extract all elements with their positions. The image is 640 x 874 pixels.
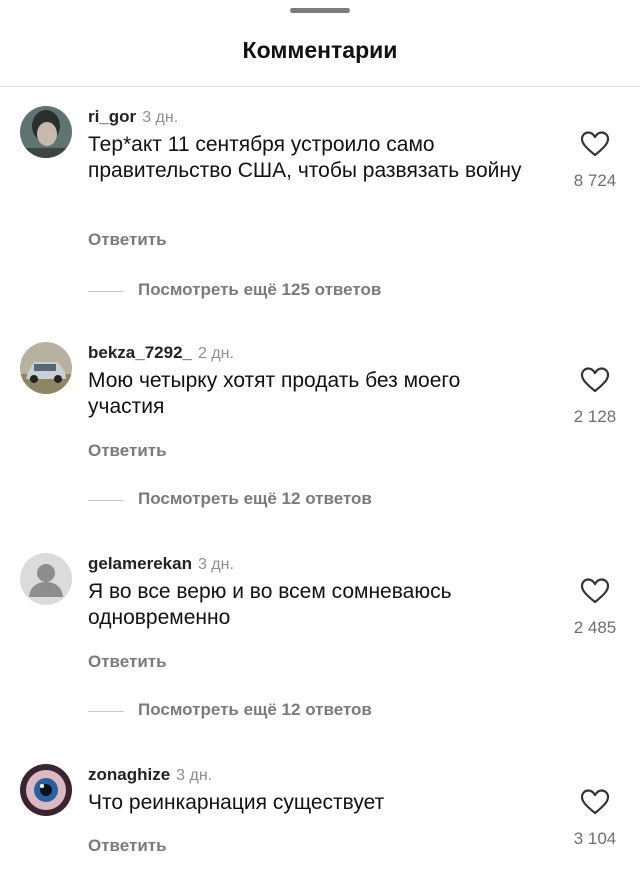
heart-icon[interactable] <box>580 788 610 816</box>
view-more-replies-label: Посмотреть ещё 12 ответов <box>138 700 372 719</box>
heart-icon[interactable] <box>580 366 610 394</box>
comment-meta: bekza_7292_ 2 дн. <box>88 342 234 365</box>
avatar[interactable] <box>20 764 72 816</box>
comment-meta: gelamerekan 3 дн. <box>88 553 234 576</box>
heart-icon[interactable] <box>580 130 610 158</box>
comment-text: Тер*акт 11 сентября устроило само правит… <box>88 133 522 182</box>
comment-meta: zonaghize 3 дн. <box>88 764 212 787</box>
username[interactable]: zonaghize <box>88 765 170 784</box>
avatar[interactable] <box>20 553 72 605</box>
username[interactable]: gelamerekan <box>88 554 192 573</box>
comment-text: Что реинкарнация существует <box>88 791 385 814</box>
comments-header: Комментарии <box>0 0 640 87</box>
comment-meta: ri_gor 3 дн. <box>88 106 178 129</box>
heart-icon[interactable] <box>580 577 610 605</box>
view-more-replies-label: Посмотреть ещё 125 ответов <box>138 280 382 299</box>
username[interactable]: ri_gor <box>88 107 136 126</box>
like-count: 2 485 <box>573 618 617 637</box>
page-title: Комментарии <box>242 37 398 63</box>
reply-button[interactable]: Ответить <box>88 836 167 856</box>
timestamp: 3 дн. <box>197 556 234 573</box>
timestamp: 3 дн. <box>176 767 213 784</box>
like-count: 2 128 <box>573 407 617 426</box>
divider-line <box>88 291 124 292</box>
reply-button[interactable]: Ответить <box>88 652 167 672</box>
comment-text: Я во все верю и во всем сомневаюсь однов… <box>88 580 452 629</box>
reply-button[interactable]: Ответить <box>88 230 167 250</box>
like-count: 3 104 <box>573 829 617 848</box>
divider-line <box>88 711 124 712</box>
avatar[interactable] <box>20 106 72 158</box>
timestamp: 3 дн. <box>142 109 179 126</box>
divider-line <box>88 500 124 501</box>
username[interactable]: bekza_7292_ <box>88 343 192 362</box>
comment-text: Мою четырку хотят продать без моего учас… <box>88 369 461 418</box>
like-count: 8 724 <box>573 171 617 190</box>
timestamp: 2 дн. <box>197 345 234 362</box>
reply-button[interactable]: Ответить <box>88 441 167 461</box>
view-more-replies-label: Посмотреть ещё 12 ответов <box>138 489 372 508</box>
avatar[interactable] <box>20 342 72 394</box>
